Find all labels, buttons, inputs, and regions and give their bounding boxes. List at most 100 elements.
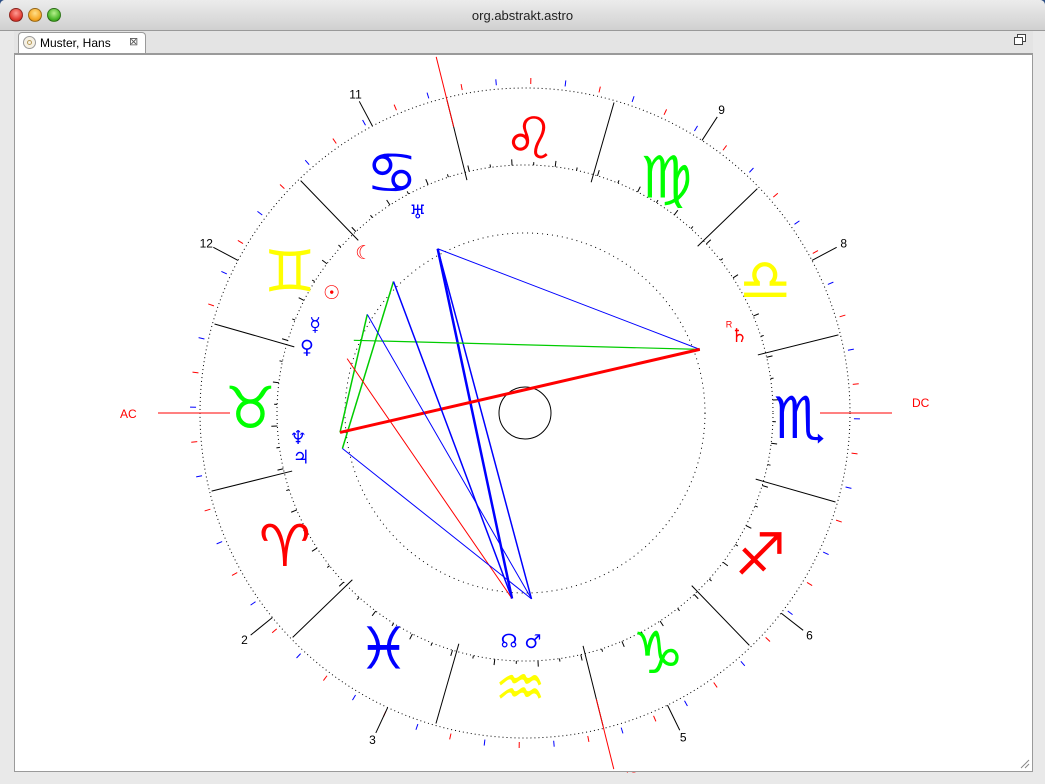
degree-tick [425, 178, 429, 185]
degree-tick [576, 167, 578, 171]
sign-boundary [691, 585, 750, 646]
resize-grip-icon[interactable] [1018, 757, 1030, 769]
sign-capricorn-icon: ♑ [632, 619, 684, 687]
house-cusp-line [811, 246, 837, 261]
house-cusp-line [375, 707, 389, 734]
planet-mars-icon: ♂ [524, 631, 541, 653]
sign-libra-icon: ♎ [739, 246, 791, 314]
tab-muster-hans[interactable]: Muster, Hans ⊠ [18, 32, 146, 53]
transit-tick [426, 92, 430, 99]
sign-pisces-icon: ♓ [358, 614, 410, 682]
degree-tick [693, 594, 699, 600]
degree-tick [617, 180, 620, 184]
transit-tick [196, 475, 203, 478]
transit-tick [250, 601, 256, 606]
transit-tick [483, 739, 486, 746]
sign-leo-icon: ♌ [504, 105, 556, 173]
degree-tick [706, 239, 712, 245]
planet-node-icon: ☊ [501, 630, 518, 652]
aspect-line [366, 314, 532, 600]
transit-tick [271, 628, 278, 634]
transit-tick [845, 486, 852, 489]
aspect-line [437, 248, 700, 350]
transit-tick [852, 383, 859, 385]
transit-tick [237, 240, 244, 244]
angle-dc-label: DC [912, 396, 930, 410]
planet-moon-icon: ☾ [355, 242, 372, 264]
transit-tick [772, 192, 779, 198]
transit-tick [827, 281, 834, 285]
transit-tick [598, 86, 601, 93]
degree-tick [277, 468, 284, 471]
transit-tick [847, 348, 854, 351]
degree-tick [690, 226, 694, 230]
degree-tick [292, 318, 296, 321]
house-number: 12 [200, 237, 214, 251]
transit-tick [192, 371, 199, 374]
transit-tick [460, 84, 463, 91]
transit-tick [191, 441, 198, 443]
angle-ic-label: IC [626, 770, 638, 773]
degree-tick [720, 258, 724, 261]
transit-tick [587, 735, 590, 742]
title-bar[interactable]: org.abstrakt.astro [0, 0, 1045, 31]
transit-tick [620, 727, 624, 734]
transit-tick [740, 660, 746, 667]
transit-tick [415, 723, 419, 730]
app-window: org.abstrakt.astro Muster, Hans ⊠ ♌ ♋ ♊ ♉ ♈ ♓… [0, 0, 1045, 784]
house-number: 11 [349, 87, 362, 101]
transit-tick [216, 541, 223, 545]
chart-view[interactable]: ♌♋♊♉♈♓♒♑♐♏♎♍2356891112ACDCMCIC♅☾☉☿♀♆♃☊♂♄… [14, 54, 1034, 773]
sign-taurus-icon: ♉ [225, 374, 277, 442]
transit-tick [787, 610, 793, 616]
transit-tick [694, 125, 698, 132]
transit-tick [495, 79, 497, 86]
degree-tick [762, 485, 769, 488]
transit-tick [231, 572, 238, 576]
house-cusp-line [701, 116, 718, 141]
sign-boundary [211, 470, 293, 492]
degree-tick [281, 338, 288, 341]
house-cusp-line [780, 612, 804, 631]
tab-label: Muster, Hans [40, 36, 111, 50]
transit-tick [663, 109, 668, 116]
planet-saturn-icon: ♄ [731, 325, 748, 347]
degree-tick [467, 165, 470, 172]
restore-view-icon[interactable] [1013, 34, 1026, 45]
transit-tick [553, 740, 555, 747]
tab-close-icon[interactable]: ⊠ [129, 35, 138, 48]
aspect-line [339, 314, 368, 433]
transit-tick [713, 682, 718, 688]
sign-boundary [757, 334, 839, 356]
degree-tick [472, 655, 474, 659]
transit-tick [822, 551, 829, 556]
window-title: org.abstrakt.astro [471, 8, 574, 23]
degree-tick [409, 633, 413, 640]
house-cusp-line [667, 704, 681, 731]
sign-gemini-icon: ♊ [264, 238, 316, 306]
planet-uranus-icon: ♅ [409, 202, 426, 224]
transit-tick [794, 220, 800, 225]
transit-tick [653, 715, 657, 722]
chart-wheel-icon [23, 36, 36, 49]
transit-tick [722, 145, 728, 151]
degree-tick [279, 360, 283, 362]
degree-tick [754, 505, 758, 508]
degree-tick [338, 581, 344, 587]
transit-tick [393, 104, 397, 111]
degree-tick [767, 464, 771, 466]
transit-tick [204, 508, 211, 512]
sign-boundary [590, 102, 615, 183]
sign-boundary [697, 188, 758, 247]
house-number: 8 [840, 237, 847, 251]
degree-tick [760, 334, 764, 337]
sign-scorpio-icon: ♏ [773, 384, 825, 452]
sign-virgo-icon: ♍ [640, 144, 692, 212]
degree-tick [321, 259, 328, 265]
planet-venus-icon: ♀ [300, 336, 314, 358]
transit-tick [208, 303, 215, 307]
transit-tick [812, 250, 819, 254]
horoscope-wheel[interactable]: ♌♋♊♉♈♓♒♑♐♏♎♍2356891112ACDCMCIC♅☾☉☿♀♆♃☊♂♄… [15, 55, 1034, 773]
degree-tick [766, 355, 773, 358]
sign-aquarius-icon: ♒ [494, 653, 546, 721]
